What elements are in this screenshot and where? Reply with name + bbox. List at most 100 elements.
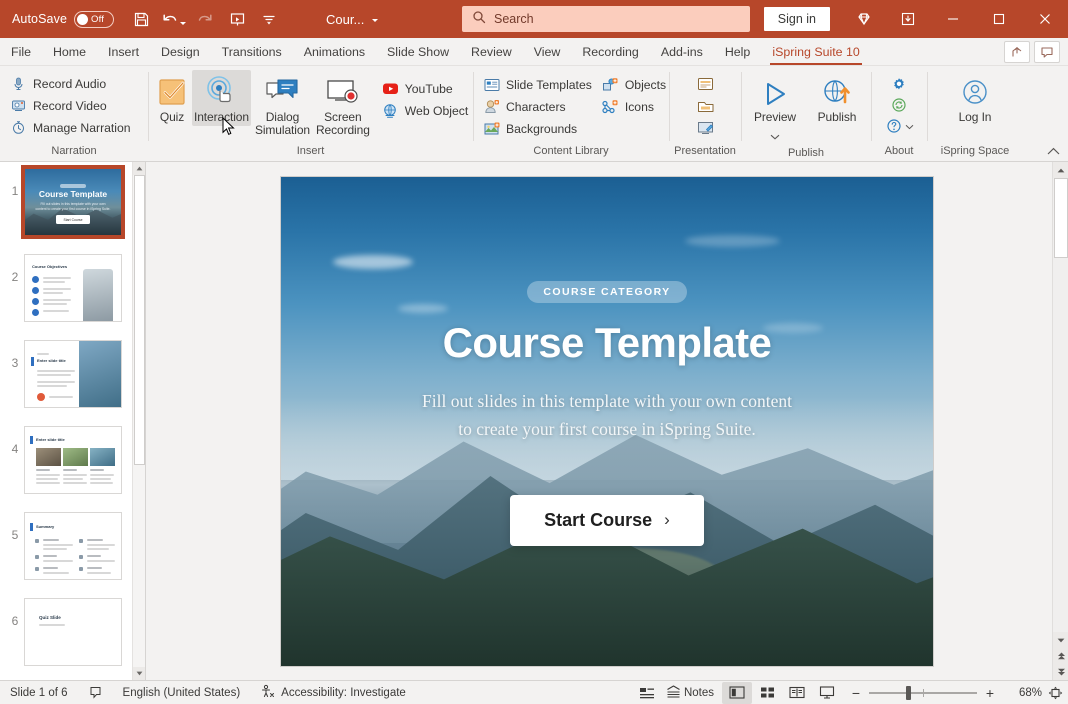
- thumbnails-scroll-down-button[interactable]: [133, 667, 146, 680]
- zoom-in-button[interactable]: +: [984, 685, 996, 701]
- minimize-button[interactable]: [930, 0, 976, 38]
- autosave-control[interactable]: AutoSave Off: [0, 11, 114, 28]
- redo-button[interactable]: [190, 5, 220, 33]
- tab-ispring-suite-10[interactable]: iSpring Suite 10: [761, 38, 870, 65]
- fit-slide-to-window-button[interactable]: [1042, 682, 1068, 704]
- current-slide[interactable]: COURSE CATEGORY Course Template Fill out…: [281, 177, 933, 666]
- thumbnail-item-2[interactable]: 2 Course Objectives: [0, 236, 145, 322]
- log-in-button[interactable]: Log In: [946, 70, 1004, 126]
- notes-button[interactable]: Notes: [662, 681, 722, 704]
- screen-recording-button[interactable]: Screen Recording: [314, 70, 372, 138]
- save-button[interactable]: [126, 5, 156, 33]
- view-normal-button[interactable]: [722, 682, 752, 704]
- zoom-out-button[interactable]: −: [850, 685, 862, 701]
- accessibility-status[interactable]: Accessibility: Investigate: [250, 681, 416, 704]
- check-updates-button[interactable]: [888, 95, 910, 114]
- youtube-button[interactable]: YouTube: [378, 78, 474, 99]
- tab-insert[interactable]: Insert: [97, 38, 150, 65]
- thumbnail-slide-6[interactable]: Quiz Slide: [24, 598, 122, 666]
- document-title-dropdown-icon[interactable]: [372, 19, 378, 22]
- start-course-button[interactable]: Start Course ›: [510, 495, 704, 546]
- slide-title[interactable]: Course Template: [443, 319, 772, 367]
- zoom-slider-track[interactable]: [869, 692, 977, 694]
- thumbnails-scrollbar[interactable]: [132, 162, 145, 680]
- share-button[interactable]: [1004, 41, 1030, 63]
- close-button[interactable]: [1022, 0, 1068, 38]
- thumbnail-item-6[interactable]: 6 Quiz Slide: [0, 580, 145, 666]
- maximize-button[interactable]: [976, 0, 1022, 38]
- zoom-slider-handle[interactable]: [906, 686, 911, 700]
- tab-add-ins[interactable]: Add-ins: [650, 38, 714, 65]
- slide-scroll-down-button[interactable]: [1053, 632, 1068, 648]
- ribbon-display-options-button[interactable]: [886, 0, 930, 38]
- sign-in-button[interactable]: Sign in: [764, 7, 830, 31]
- tab-recording[interactable]: Recording: [571, 38, 649, 65]
- next-slide-button[interactable]: [1053, 664, 1068, 680]
- toggle-comments-pane-button[interactable]: [632, 682, 662, 704]
- backgrounds-button[interactable]: Backgrounds: [479, 118, 598, 139]
- search-box[interactable]: [462, 6, 750, 32]
- options-button[interactable]: [888, 74, 910, 93]
- slide-subtitle[interactable]: Fill out slides in this template with yo…: [422, 387, 792, 443]
- publish-button[interactable]: Publish: [809, 70, 865, 126]
- thumbnails-scroll-up-button[interactable]: [133, 162, 146, 175]
- slide-scroll-thumb[interactable]: [1054, 178, 1068, 258]
- slide-templates-button[interactable]: Slide Templates: [479, 74, 598, 95]
- slide-category-badge[interactable]: COURSE CATEGORY: [527, 281, 686, 303]
- tab-view[interactable]: View: [523, 38, 572, 65]
- customize-qat-button[interactable]: [254, 5, 284, 33]
- characters-button[interactable]: Characters: [479, 96, 598, 117]
- view-slide-show-button[interactable]: [812, 682, 842, 704]
- tab-help[interactable]: Help: [714, 38, 761, 65]
- tab-design[interactable]: Design: [150, 38, 211, 65]
- collapse-ribbon-button[interactable]: [1044, 143, 1062, 159]
- tab-home[interactable]: Home: [42, 38, 97, 65]
- quiz-button[interactable]: Quiz: [154, 70, 190, 126]
- help-dropdown-icon[interactable]: [905, 117, 914, 135]
- view-reading-button[interactable]: [782, 682, 812, 704]
- start-presentation-button[interactable]: [222, 5, 252, 33]
- tab-slide-show[interactable]: Slide Show: [376, 38, 460, 65]
- search-input[interactable]: [494, 12, 714, 26]
- thumbnail-slide-1[interactable]: Course Template Fill out slides in this …: [24, 168, 122, 236]
- dialog-simulation-button[interactable]: Dialog Simulation: [253, 70, 312, 138]
- language-indicator[interactable]: English (United States): [113, 681, 251, 704]
- comments-button[interactable]: [1034, 41, 1060, 63]
- help-button[interactable]: [885, 116, 903, 135]
- thumbnails-scroll-thumb[interactable]: [134, 175, 145, 465]
- zoom-control[interactable]: − +: [842, 685, 1004, 701]
- thumbnail-slide-2[interactable]: Course Objectives: [24, 254, 122, 322]
- slide-editing-area[interactable]: COURSE CATEGORY Course Template Fill out…: [146, 162, 1068, 680]
- record-video-button[interactable]: Record Video: [6, 95, 137, 116]
- thumbnail-item-4[interactable]: 4 Enter slide title: [0, 408, 145, 494]
- thumbnail-item-5[interactable]: 5 Summary: [0, 494, 145, 580]
- tab-file[interactable]: File: [0, 38, 42, 65]
- objects-button[interactable]: Objects: [598, 74, 672, 95]
- thumbnail-slide-5[interactable]: Summary: [24, 512, 122, 580]
- presentation-resources-button[interactable]: [694, 96, 716, 115]
- undo-button[interactable]: [158, 5, 188, 33]
- zoom-level-label[interactable]: 68%: [1004, 687, 1042, 699]
- record-audio-button[interactable]: Record Audio: [6, 73, 137, 94]
- manage-narration-button[interactable]: Manage Narration: [6, 117, 137, 138]
- preview-button[interactable]: Preview: [747, 70, 803, 147]
- slide-properties-button[interactable]: [694, 74, 716, 93]
- slide-area-scrollbar[interactable]: [1052, 162, 1068, 680]
- thumbnail-slide-3[interactable]: Enter slide title: [24, 340, 122, 408]
- thumbnail-slide-4[interactable]: Enter slide title: [24, 426, 122, 494]
- player-button[interactable]: [694, 118, 716, 137]
- autosave-toggle[interactable]: Off: [74, 11, 114, 28]
- spell-check-button[interactable]: [78, 681, 113, 704]
- web-object-button[interactable]: Web Object: [378, 100, 474, 121]
- diamond-subscription-icon[interactable]: [842, 0, 886, 38]
- tab-transitions[interactable]: Transitions: [211, 38, 293, 65]
- undo-dropdown-icon[interactable]: [180, 22, 186, 25]
- tab-animations[interactable]: Animations: [293, 38, 376, 65]
- slide-thumbnails-pane[interactable]: 1 Course Template Fill out slides in thi…: [0, 162, 146, 680]
- tab-review[interactable]: Review: [460, 38, 523, 65]
- thumbnail-item-1[interactable]: 1 Course Template Fill out slides in thi…: [0, 162, 145, 236]
- icons-button[interactable]: Icons: [598, 96, 672, 117]
- thumbnail-item-3[interactable]: 3 Enter slide title: [0, 322, 145, 408]
- document-title[interactable]: Cour...: [326, 12, 378, 27]
- previous-slide-button[interactable]: [1053, 648, 1068, 664]
